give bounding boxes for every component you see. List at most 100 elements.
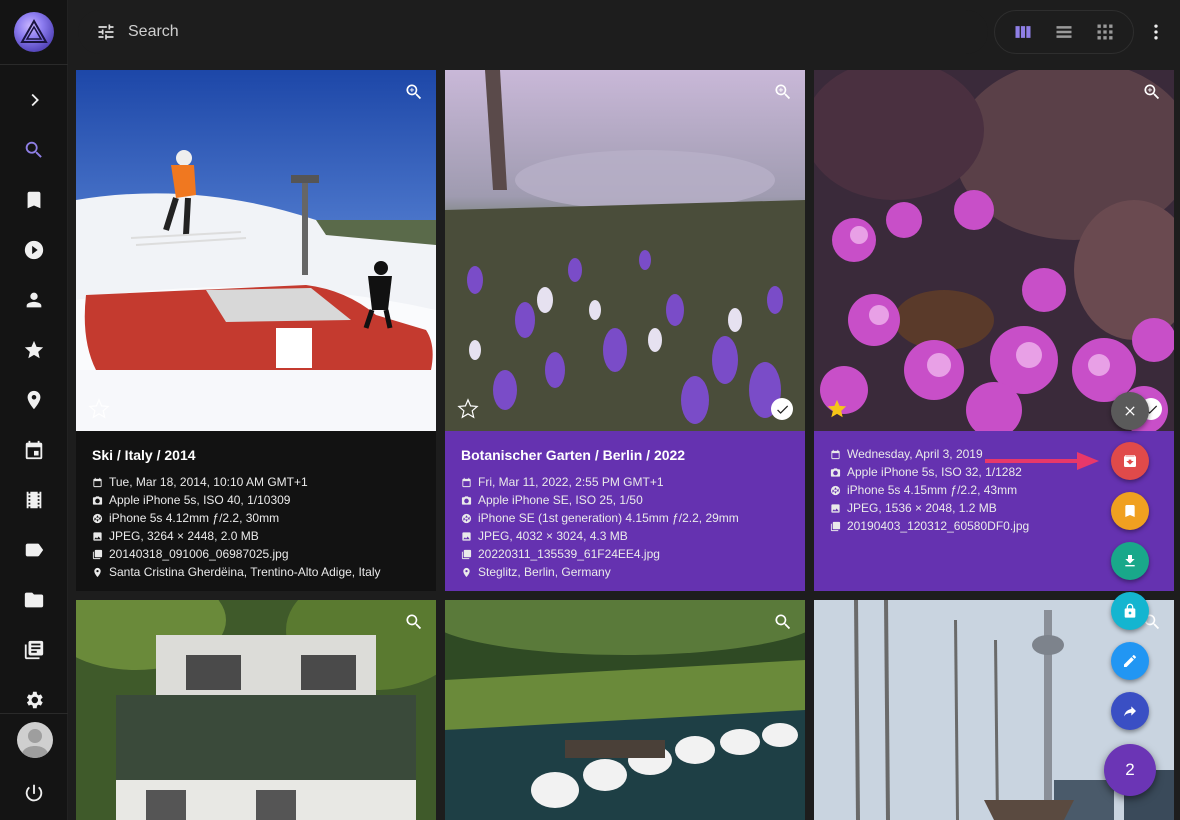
photo-card[interactable]: Ski / Italy / 2014 Tue, Mar 18, 2014, 10… [76,70,436,591]
sidebar [0,0,68,820]
photo-card[interactable] [445,600,805,820]
photo-card[interactable]: Botanischer Garten / Berlin / 2022 Fri, … [445,70,805,591]
favorite-toggle[interactable] [457,398,479,420]
photo-date[interactable]: Tue, Mar 18, 2014, 10:10 AM GMT+1 [109,475,308,489]
edit-button[interactable] [1111,642,1149,680]
user-silhouette-icon [21,729,49,758]
photo-date[interactable]: Fri, Mar 11, 2022, 2:55 PM GMT+1 [478,475,664,489]
zoom-button[interactable] [773,82,793,102]
share-button[interactable] [1111,692,1149,730]
search-icon [25,141,42,158]
sidebar-item-labels[interactable] [0,525,68,575]
label-icon [25,543,44,557]
photo-lens[interactable]: iPhone SE (1st generation) 4.15mm ƒ/2.2,… [478,511,739,525]
view-columns-icon [1015,26,1031,38]
folder-icon [24,592,44,608]
pencil-icon [1124,655,1136,667]
filter-sliders-icon[interactable] [96,22,116,42]
sidebar-item-settings[interactable] [0,675,68,725]
photo-lens[interactable]: iPhone 5s 4.15mm ƒ/2.2, 43mm [847,483,1017,497]
photo-thumbnail[interactable] [814,70,1174,431]
photo-file-row: JPEG, 4032 × 3024, 4.3 MB [461,527,789,545]
photo-title[interactable]: Botanischer Garten / Berlin / 2022 [461,447,789,463]
sidebar-item-people[interactable] [0,275,68,325]
photo-thumbnail[interactable] [76,600,436,820]
archive-button[interactable] [1111,442,1149,480]
star-outline-icon [88,398,110,419]
sidebar-divider [0,64,68,65]
map-pin-icon [463,567,470,577]
sidebar-item-folders[interactable] [0,575,68,625]
add-to-album-button[interactable] [1111,492,1149,530]
zoom-button[interactable] [404,612,424,632]
sidebar-item-search[interactable] [0,125,68,175]
aperture-icon [830,485,841,495]
view-mosaic-button[interactable] [1087,14,1123,50]
photo-lens[interactable]: iPhone 5s 4.12mm ƒ/2.2, 30mm [109,511,279,525]
star-outline-icon [457,398,479,419]
star-icon [24,340,44,359]
photo-filename[interactable]: 20190403_120312_60580DF0.jpg [847,519,1029,533]
photo-thumbnail[interactable] [76,70,436,431]
calendar-icon [831,449,840,459]
sidebar-item-places[interactable] [0,375,68,425]
view-cards-button[interactable] [1005,14,1041,50]
photo-camera[interactable]: Apple iPhone SE, ISO 25, 1/50 [478,493,643,507]
zoom-button[interactable] [1142,82,1162,102]
photo-lens-row: iPhone 5s 4.15mm ƒ/2.2, 43mm [830,481,1158,499]
user-avatar[interactable] [17,722,53,758]
download-button[interactable] [1111,542,1149,580]
sidebar-item-moments[interactable] [0,475,68,525]
more-options-button[interactable] [1142,16,1170,48]
close-selection-button[interactable] [1111,392,1149,430]
photo-file-row: JPEG, 1536 × 2048, 1.2 MB [830,499,1158,517]
view-mode-toggle [994,10,1134,54]
private-button[interactable] [1111,592,1149,630]
photo-filename[interactable]: 20220311_135539_61F24EE4.jpg [478,547,660,561]
photo-camera[interactable]: Apple iPhone 5s, ISO 40, 1/10309 [109,493,290,507]
favorite-toggle[interactable] [88,398,110,420]
share-icon [1124,706,1136,717]
photo-info: Botanischer Garten / Berlin / 2022 Fri, … [445,431,805,591]
top-toolbar [68,0,1180,64]
aperture-icon [461,513,472,523]
sidebar-item-albums[interactable] [0,175,68,225]
star-filled-icon [827,399,847,418]
search-bar[interactable] [78,10,988,54]
zoom-button[interactable] [773,612,793,632]
photo-title[interactable]: Ski / Italy / 2014 [92,447,420,463]
favorite-toggle[interactable] [826,398,848,420]
play-circle-icon [24,240,44,260]
photo-location[interactable]: Steglitz, Berlin, Germany [478,565,611,579]
search-input[interactable] [128,23,828,41]
view-list-button[interactable] [1046,14,1082,50]
selection-count-button[interactable]: 2 [1104,744,1156,796]
film-file-icon [830,521,841,531]
sidebar-item-favorites[interactable] [0,325,68,375]
app-logo[interactable] [14,12,54,52]
selected-checkmark[interactable] [771,398,793,420]
photo-filename[interactable]: 20140318_091006_06987025.jpg [109,547,289,561]
photo-card[interactable] [76,600,436,820]
photo-location[interactable]: Santa Cristina Gherdëina, Trentino-Alto … [109,565,380,579]
photo-info: Ski / Italy / 2014 Tue, Mar 18, 2014, 10… [76,431,436,591]
annotation-arrow [985,452,1099,470]
camera-icon [830,467,841,477]
film-file-icon [461,549,472,559]
photo-location-row: Steglitz, Berlin, Germany [461,563,789,581]
sidebar-item-expand[interactable] [0,75,68,125]
photo-camera-row: Apple iPhone 5s, ISO 40, 1/10309 [92,491,420,509]
photo-thumbnail[interactable] [445,70,805,431]
image-icon [93,531,102,541]
zoom-button[interactable] [404,82,424,102]
map-pin-icon [94,567,101,577]
archive-icon [1124,455,1136,467]
photo-date[interactable]: Wednesday, April 3, 2019 [847,447,983,461]
photo-date-row: Tue, Mar 18, 2014, 10:10 AM GMT+1 [92,473,420,491]
photo-thumbnail[interactable] [445,600,805,820]
sidebar-item-videos[interactable] [0,225,68,275]
bookmark-icon [1125,505,1135,517]
sidebar-item-library[interactable] [0,625,68,675]
sidebar-item-calendar[interactable] [0,425,68,475]
sidebar-item-logout[interactable] [0,768,68,818]
